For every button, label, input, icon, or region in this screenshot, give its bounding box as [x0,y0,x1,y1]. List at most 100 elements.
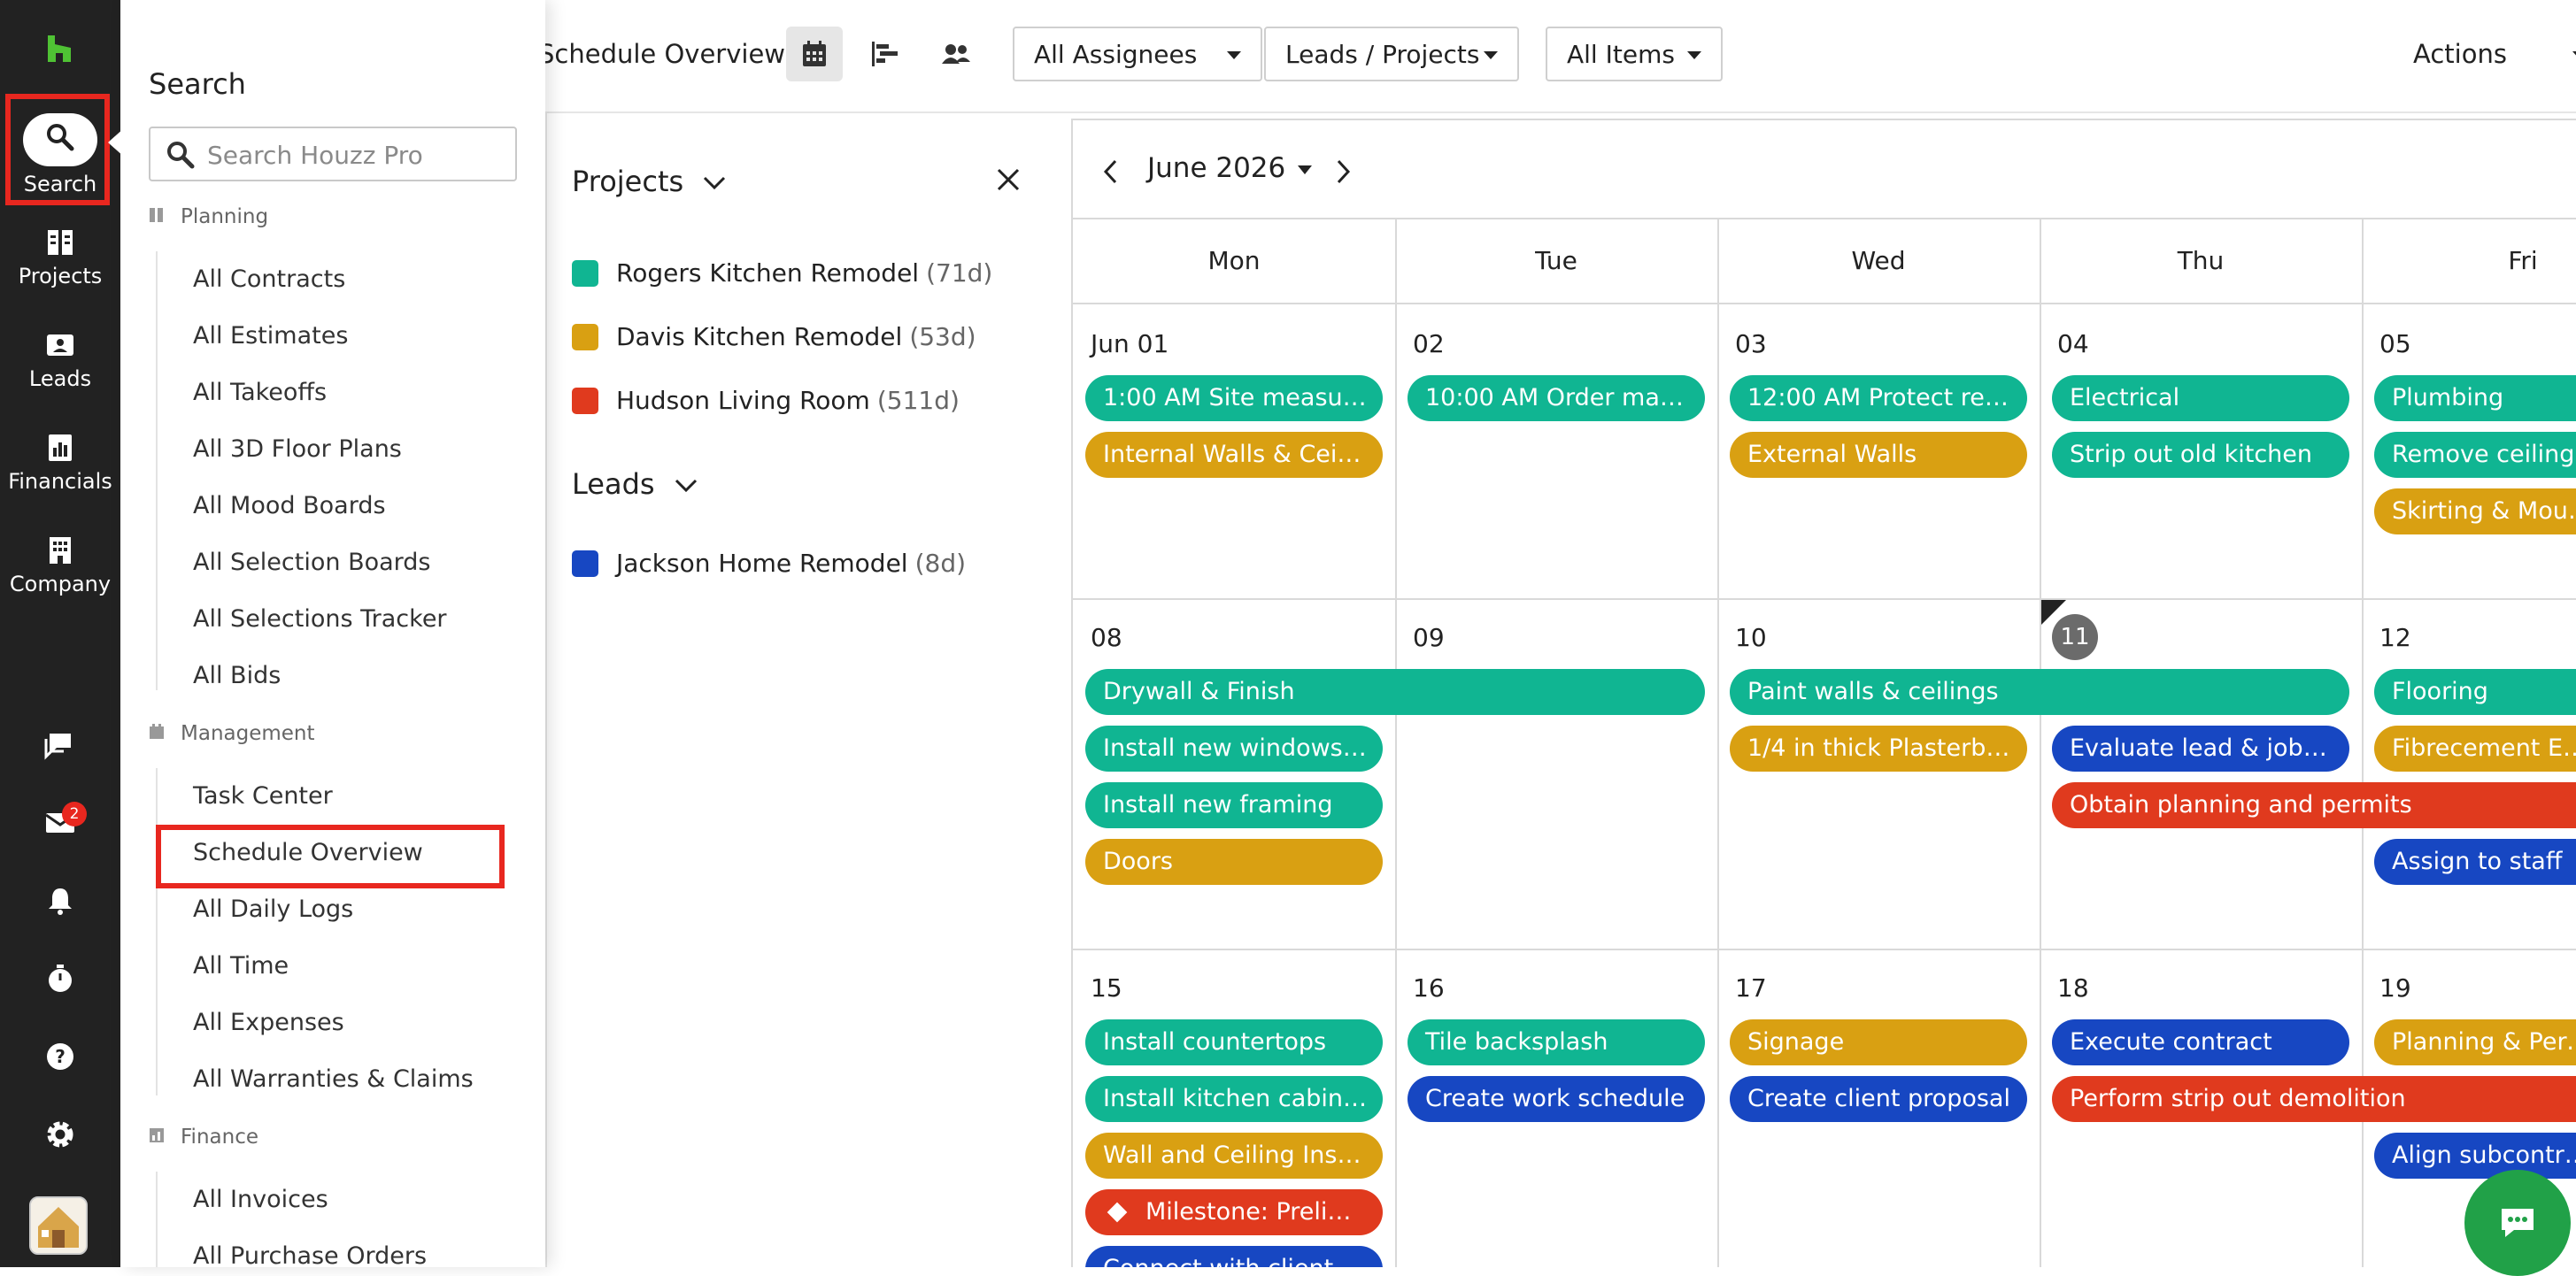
calendar-event[interactable]: 1/4 in thick Plasterboard [1730,726,2027,772]
project-item-davis[interactable]: Davis Kitchen Remodel (53d) [572,322,976,351]
project-duration: (71d) [926,258,993,288]
project-item-rogers[interactable]: Rogers Kitchen Remodel (71d) [572,258,992,288]
rail-item-projects[interactable]: Projects [0,227,120,288]
link-all-contracts[interactable]: All Contracts [193,265,345,293]
projects-heading[interactable]: Projects [572,165,726,198]
calendar-event[interactable]: Evaluate lead & job details [2052,726,2349,772]
milestone-event[interactable]: Milestone: Preliminary [1085,1189,1383,1235]
project-item-hudson[interactable]: Hudson Living Room (511d) [572,386,960,415]
workload-view-button[interactable] [928,27,984,81]
calendar-event[interactable]: Fibrecement Eaves [2374,726,2576,772]
lead-item-jackson[interactable]: Jackson Home Remodel (8d) [572,549,966,578]
calendar-event[interactable]: 1:00 AM Site measure and quote [1085,375,1383,421]
link-all-selections-tracker[interactable]: All Selections Tracker [193,605,447,633]
calendar-event[interactable]: Strip out old kitchen [2052,432,2349,478]
link-task-center[interactable]: Task Center [193,782,333,810]
timer-icon[interactable] [41,959,80,998]
calendar-event[interactable]: Drywall & Finish [1085,669,1705,715]
houzz-logo-icon[interactable] [44,34,74,64]
link-all-takeoffs[interactable]: All Takeoffs [193,379,327,406]
rail-label-company: Company [9,572,112,596]
day-number[interactable]: 08 [1091,623,1122,652]
prev-month-chevron-icon[interactable] [1103,159,1119,184]
rail-item-company[interactable]: Company [0,534,120,596]
help-icon[interactable]: ? [41,1037,80,1076]
settings-gear-icon[interactable] [41,1115,80,1154]
calendar-event[interactable]: Wall and Ceiling Insulation [1085,1133,1383,1179]
day-number[interactable]: 17 [1735,973,1767,1003]
calendar-view-button[interactable] [786,27,843,81]
day-number[interactable]: 19 [2379,973,2411,1003]
financials-icon [49,434,72,461]
calendar-event[interactable]: Install new windows & doors [1085,726,1383,772]
day-number[interactable]: 16 [1413,973,1445,1003]
calendar-event[interactable]: Create work schedule [1408,1076,1705,1122]
calendar-event[interactable]: Flooring [2374,669,2576,715]
calendar-event[interactable]: Install countertops [1085,1019,1383,1065]
link-all-bids[interactable]: All Bids [193,662,281,689]
rail-item-financials[interactable]: Financials [0,432,120,494]
search-box[interactable] [149,127,517,181]
calendar-event[interactable]: Skirting & Mouldings [2374,488,2576,534]
calendar-event[interactable]: Tile backsplash [1408,1019,1705,1065]
link-all-time[interactable]: All Time [193,952,289,980]
link-all-3d-floor-plans[interactable]: All 3D Floor Plans [193,435,402,463]
calendar-event[interactable]: External Walls [1730,432,2027,478]
calendar-event[interactable]: Doors [1085,839,1383,885]
today-date[interactable]: 11 [2052,614,2098,660]
day-number[interactable]: 10 [1735,623,1767,652]
month-selector[interactable]: June 2026 [1147,152,1313,184]
day-number[interactable]: 15 [1091,973,1122,1003]
notifications-bell-icon[interactable] [41,881,80,920]
calendar-event[interactable]: Align subcontractors [2374,1133,2576,1179]
calendar-event[interactable]: Planning & Permits [2374,1019,2576,1065]
next-month-chevron-icon[interactable] [1335,159,1351,184]
link-all-mood-boards[interactable]: All Mood Boards [193,492,386,519]
calendar-event[interactable]: Obtain planning and permits [2052,782,2576,828]
calendar-event[interactable]: Paint walls & ceilings [1730,669,2349,715]
calendar-event[interactable]: Create client proposal [1730,1076,2027,1122]
messages-icon[interactable] [41,726,80,765]
gantt-view-button[interactable] [857,27,914,81]
rail-item-leads[interactable]: Leads [0,329,120,391]
link-all-invoices[interactable]: All Invoices [193,1186,328,1213]
assignees-dropdown[interactable]: All Assignees [1013,27,1262,81]
day-number[interactable]: 18 [2057,973,2089,1003]
calendar-event[interactable]: Plumbing [2374,375,2576,421]
day-number[interactable]: 09 [1413,623,1445,652]
leads-heading[interactable]: Leads [572,467,698,501]
day-number[interactable]: Jun 01 [1091,329,1168,358]
close-icon[interactable] [997,168,1020,191]
link-all-estimates[interactable]: All Estimates [193,322,348,350]
chat-button[interactable] [2464,1170,2571,1276]
link-all-daily-logs[interactable]: All Daily Logs [193,896,353,923]
planning-icon [150,207,163,222]
calendar-event[interactable]: Install kitchen cabinets [1085,1076,1383,1122]
link-all-warranties-claims[interactable]: All Warranties & Claims [193,1065,474,1093]
calendar-event[interactable]: Electrical [2052,375,2349,421]
company-logo-thumbnail[interactable] [29,1196,88,1255]
calendar-event[interactable]: Assign to staff [2374,839,2576,885]
calendar-event[interactable]: Signage [1730,1019,2027,1065]
actions-menu[interactable]: Actions [2413,39,2576,69]
calendar-event[interactable]: Internal Walls & Ceilings [1085,432,1383,478]
items-dropdown[interactable]: All Items [1546,27,1723,81]
planning-guide-line [156,251,158,690]
calendar-event[interactable]: 12:00 AM Protect remaining areas [1730,375,2027,421]
link-all-purchase-orders[interactable]: All Purchase Orders [193,1242,427,1270]
calendar-event[interactable]: 10:00 AM Order materials [1408,375,1705,421]
calendar-event[interactable]: Connect with client [1085,1246,1383,1267]
calendar-event[interactable]: Remove ceiling [2374,432,2576,478]
day-number[interactable]: 12 [2379,623,2411,652]
calendar-event[interactable]: Perform strip out demolition [2052,1076,2576,1122]
search-input[interactable] [205,137,506,173]
link-all-selection-boards[interactable]: All Selection Boards [193,549,430,576]
day-number[interactable]: 04 [2057,329,2089,358]
day-number[interactable]: 03 [1735,329,1767,358]
day-number[interactable]: 05 [2379,329,2411,358]
calendar-event[interactable]: Install new framing [1085,782,1383,828]
link-all-expenses[interactable]: All Expenses [193,1009,344,1036]
day-number[interactable]: 02 [1413,329,1445,358]
calendar-event[interactable]: Execute contract [2052,1019,2349,1065]
leads-projects-dropdown[interactable]: Leads / Projects [1264,27,1519,81]
